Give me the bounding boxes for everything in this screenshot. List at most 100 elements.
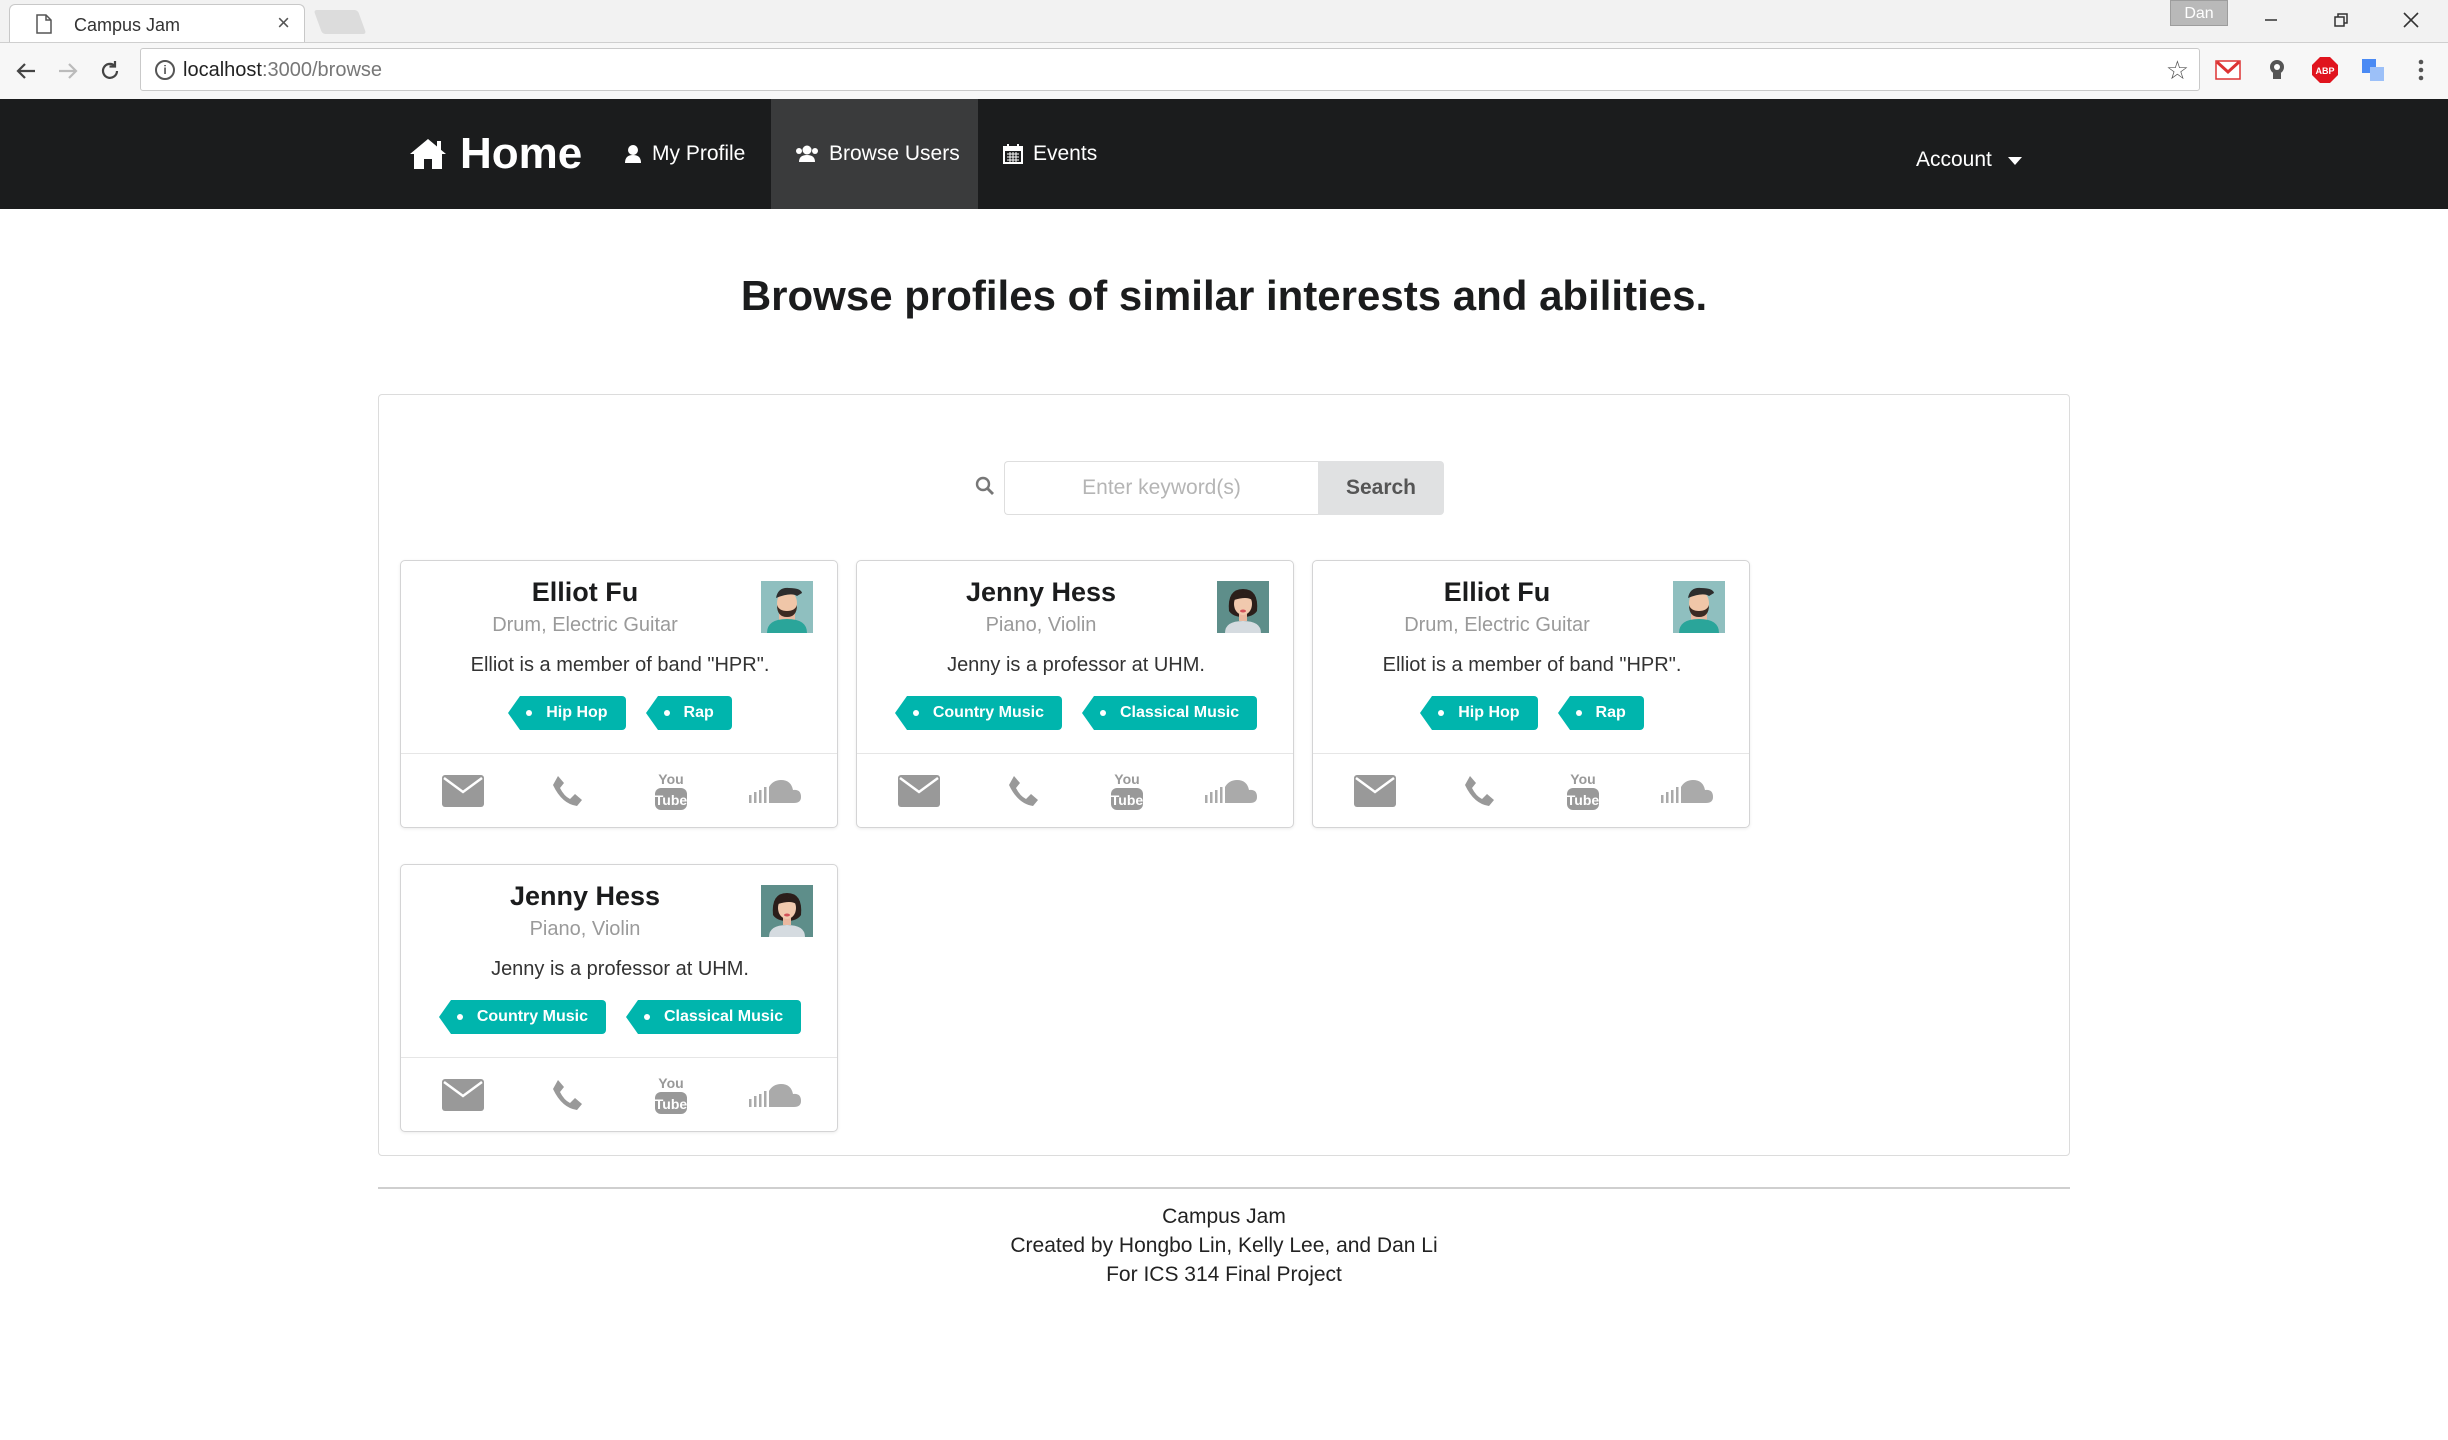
nav-events[interactable]: Events	[1003, 99, 1097, 209]
card-tags: Hip Hop Rap	[1313, 696, 1751, 730]
profile-card[interactable]: Jenny Hess Piano, Violin Jenny is a prof…	[856, 560, 1294, 828]
minimize-button[interactable]	[2236, 0, 2306, 40]
tag-label[interactable]: Classical Music	[1081, 696, 1258, 730]
svg-text:Tube: Tube	[655, 1096, 688, 1112]
card-instruments: Piano, Violin	[985, 614, 1097, 636]
soundcloud-icon[interactable]	[1201, 766, 1261, 816]
female-avatar	[1217, 581, 1269, 633]
dropdown-caret-icon	[2007, 157, 2022, 165]
card-description: Elliot is a member of band "HPR".	[1382, 654, 1682, 676]
browser-tabstrip: Campus Jam × Dan	[0, 0, 2448, 43]
tag-label[interactable]: Hip Hop	[1420, 696, 1538, 730]
phone-icon[interactable]	[537, 1070, 597, 1120]
page-icon	[36, 14, 52, 34]
users-icon	[796, 145, 818, 162]
nav-my-profile-label: My Profile	[652, 142, 746, 165]
browser-tab[interactable]: Campus Jam ×	[9, 4, 305, 42]
tag-label[interactable]: Classical Music	[625, 1000, 802, 1034]
youtube-icon[interactable]: You Tube	[1553, 766, 1613, 816]
search-button[interactable]: Search	[1318, 461, 1444, 515]
search-icon	[975, 476, 994, 495]
gmail-extension-icon[interactable]	[2213, 55, 2243, 85]
card-name: Elliot Fu	[1443, 577, 1551, 607]
phone-icon[interactable]	[993, 766, 1053, 816]
user-icon	[625, 145, 641, 163]
site-info-icon[interactable]: i	[155, 60, 175, 80]
back-button[interactable]	[10, 55, 42, 87]
tag-label[interactable]: Rap	[645, 696, 732, 730]
svg-text:Tube: Tube	[655, 792, 688, 808]
profile-card[interactable]: Elliot Fu Drum, Electric Guitar Elliot i…	[1312, 560, 1750, 828]
card-contact-icons: You Tube	[1313, 761, 1749, 821]
adblock-extension-icon[interactable]: ABP	[2310, 55, 2340, 85]
profile-card[interactable]: Elliot Fu Drum, Electric Guitar Elliot i…	[400, 560, 838, 828]
footer-credits: Created by Hongbo Lin, Kelly Lee, and Da…	[1010, 1234, 1438, 1257]
soundcloud-icon[interactable]	[1657, 766, 1717, 816]
bookmark-star-icon[interactable]: ☆	[2166, 55, 2189, 86]
forward-arrow-icon	[59, 63, 78, 79]
card-name: Elliot Fu	[531, 577, 639, 607]
account-dropdown[interactable]: Account	[1916, 105, 2022, 215]
nav-browse-users-label: Browse Users	[829, 142, 960, 165]
card-tags: Country Music Classical Music	[857, 696, 1295, 730]
card-description: Elliot is a member of band "HPR".	[470, 654, 770, 676]
nav-events-label: Events	[1033, 142, 1098, 165]
mail-icon[interactable]	[433, 766, 493, 816]
female-avatar	[761, 885, 813, 937]
mail-icon[interactable]	[433, 1070, 493, 1120]
new-tab-button[interactable]	[313, 10, 367, 34]
youtube-icon[interactable]: You Tube	[641, 766, 701, 816]
card-divider	[401, 1057, 837, 1058]
card-tags: Hip Hop Rap	[401, 696, 839, 730]
home-link[interactable]: Home	[408, 99, 582, 209]
tag-label[interactable]: Country Music	[894, 696, 1062, 730]
card-contact-icons: You Tube	[857, 761, 1293, 821]
reload-button[interactable]	[94, 55, 126, 87]
card-contact-icons: You Tube	[401, 761, 837, 821]
close-icon	[2403, 12, 2419, 28]
mail-icon[interactable]	[1345, 766, 1405, 816]
card-instruments: Drum, Electric Guitar	[1404, 614, 1590, 636]
home-icon	[410, 139, 446, 169]
restore-button[interactable]	[2306, 0, 2376, 40]
page-title: Browse profiles of similar interests and…	[740, 272, 1708, 319]
youtube-icon[interactable]: You Tube	[641, 1070, 701, 1120]
lightbulb-extension-icon[interactable]	[2262, 55, 2292, 85]
tab-close-icon[interactable]: ×	[277, 12, 290, 34]
phone-icon[interactable]	[1449, 766, 1509, 816]
translate-extension-icon[interactable]	[2358, 55, 2388, 85]
profile-card[interactable]: Jenny Hess Piano, Violin Jenny is a prof…	[400, 864, 838, 1132]
card-divider	[401, 753, 837, 754]
tag-label[interactable]: Country Music	[438, 1000, 606, 1034]
account-label: Account	[1916, 148, 1992, 171]
nav-my-profile[interactable]: My Profile	[620, 99, 745, 209]
svg-text:You: You	[1114, 771, 1139, 787]
svg-text:You: You	[658, 1075, 683, 1091]
footer-course: For ICS 314 Final Project	[1106, 1263, 1342, 1286]
address-bar[interactable]: i localhost:3000/browse ☆	[140, 48, 2200, 91]
browser-toolbar: i localhost:3000/browse ☆ ABP	[0, 43, 2448, 100]
svg-text:Tube: Tube	[1567, 792, 1600, 808]
svg-text:You: You	[1570, 771, 1595, 787]
forward-button[interactable]	[52, 55, 84, 87]
soundcloud-icon[interactable]	[745, 766, 805, 816]
back-arrow-icon	[16, 63, 35, 79]
search-input[interactable]	[1004, 461, 1318, 515]
close-window-button[interactable]	[2376, 0, 2446, 40]
tag-label[interactable]: Hip Hop	[508, 696, 626, 730]
browser-profile-badge[interactable]: Dan	[2170, 0, 2228, 26]
phone-icon[interactable]	[537, 766, 597, 816]
soundcloud-icon[interactable]	[745, 1070, 805, 1120]
youtube-icon[interactable]: You Tube	[1097, 766, 1157, 816]
footer-divider	[378, 1187, 2070, 1189]
minimize-icon	[2265, 19, 2277, 21]
footer-app-name: Campus Jam	[1162, 1205, 1286, 1228]
card-name: Jenny Hess	[965, 577, 1117, 607]
nav-browse-users[interactable]: Browse Users	[771, 99, 978, 209]
restore-icon	[2334, 13, 2348, 27]
svg-text:Tube: Tube	[1111, 792, 1144, 808]
browser-menu-icon[interactable]	[2406, 55, 2436, 85]
svg-text:You: You	[658, 771, 683, 787]
tag-label[interactable]: Rap	[1557, 696, 1644, 730]
mail-icon[interactable]	[889, 766, 949, 816]
